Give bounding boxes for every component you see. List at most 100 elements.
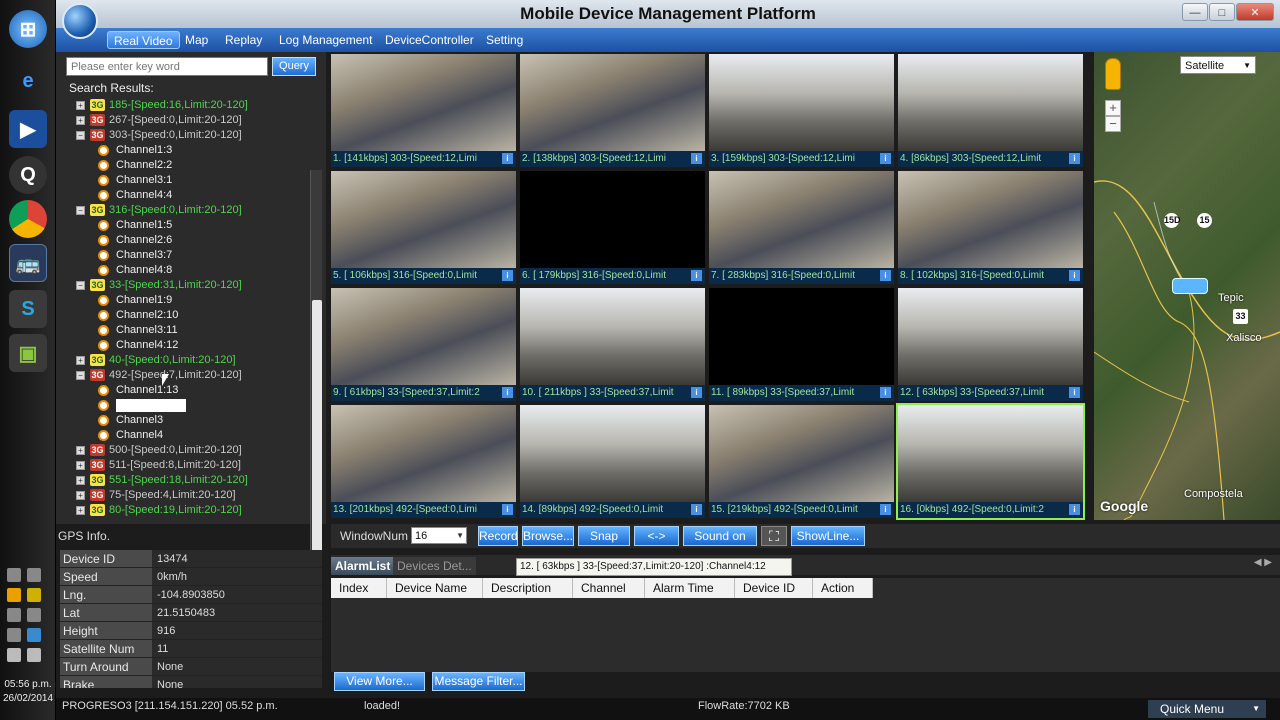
- menu-map[interactable]: Map: [179, 31, 214, 49]
- tray-icon[interactable]: [27, 588, 41, 602]
- info-icon[interactable]: i: [1069, 387, 1080, 398]
- tab-scroll-arrows-icon[interactable]: ◀ ▶: [1254, 557, 1272, 568]
- info-icon[interactable]: i: [502, 504, 513, 515]
- info-icon[interactable]: i: [1069, 153, 1080, 164]
- info-icon[interactable]: i: [880, 504, 891, 515]
- alarm-column-header[interactable]: Action: [813, 578, 873, 598]
- info-icon[interactable]: i: [691, 153, 702, 164]
- record-button[interactable]: Record: [478, 526, 518, 546]
- info-icon[interactable]: i: [502, 387, 513, 398]
- info-icon[interactable]: i: [502, 270, 513, 281]
- channel-node[interactable]: Channel4:8: [76, 263, 314, 278]
- channel-node[interactable]: Channel1:9: [76, 293, 314, 308]
- menu-replay[interactable]: Replay: [219, 31, 268, 49]
- channel-node[interactable]: Channel4: [76, 428, 314, 443]
- video-tile[interactable]: 15. [219kbps] 492-[Speed:0,Limit i: [709, 405, 894, 518]
- device-node[interactable]: +3G 80-[Speed:19,Limit:20-120]: [76, 503, 314, 518]
- video-tile[interactable]: 11. [ 89kbps] 33-[Speed:37,Limit i: [709, 288, 894, 401]
- video-tile[interactable]: 9. [ 61kbps] 33-[Speed:37,Limit:2 i: [331, 288, 516, 401]
- window-num-select[interactable]: 16 ▼: [411, 527, 467, 544]
- device-node[interactable]: +3G 75-[Speed:4,Limit:20-120]: [76, 488, 314, 503]
- expand-icon[interactable]: +: [76, 506, 85, 515]
- media-player-icon[interactable]: ▶: [9, 110, 47, 148]
- menu-device-controller[interactable]: DeviceController: [379, 31, 480, 49]
- zoom-in-button[interactable]: +: [1105, 100, 1121, 116]
- fullscreen-icon[interactable]: ⛶: [761, 526, 787, 546]
- channel-node[interactable]: Channel3:11: [76, 323, 314, 338]
- device-node[interactable]: −3G 33-[Speed:31,Limit:20-120]: [76, 278, 314, 293]
- info-icon[interactable]: i: [502, 153, 513, 164]
- view-more-button[interactable]: View More...: [334, 672, 425, 691]
- channel-node[interactable]: Channel1:13: [76, 383, 314, 398]
- tray-icon[interactable]: [7, 588, 21, 602]
- device-node[interactable]: +3G 511-[Speed:8,Limit:20-120]: [76, 458, 314, 473]
- tree-scrollbar[interactable]: [310, 170, 322, 570]
- channel-node[interactable]: Channel4:4: [76, 188, 314, 203]
- channel-node[interactable]: Channel4:12: [76, 338, 314, 353]
- video-tile[interactable]: 7. [ 283kbps] 316-[Speed:0,Limit i: [709, 171, 894, 284]
- browse-button[interactable]: Browse...: [522, 526, 574, 546]
- flag-icon[interactable]: [7, 648, 21, 662]
- expand-icon[interactable]: +: [76, 446, 85, 455]
- expand-icon[interactable]: +: [76, 476, 85, 485]
- video-tile[interactable]: 6. [ 179kbps] 316-[Speed:0,Limit i: [520, 171, 705, 284]
- device-node[interactable]: +3G 185-[Speed:16,Limit:20-120]: [76, 98, 314, 113]
- channel-node[interactable]: Channel1:3: [76, 143, 314, 158]
- expand-icon[interactable]: +: [76, 356, 85, 365]
- channel-node[interactable]: [76, 398, 314, 413]
- channel-node[interactable]: Channel2:6: [76, 233, 314, 248]
- vehicle-marker-icon[interactable]: [1172, 278, 1208, 294]
- device-node[interactable]: −3G 316-[Speed:0,Limit:20-120]: [76, 203, 314, 218]
- info-icon[interactable]: i: [691, 504, 702, 515]
- video-tile[interactable]: 13. [201kbps] 492-[Speed:0,Limi i: [331, 405, 516, 518]
- search-input[interactable]: [66, 57, 268, 76]
- video-tile[interactable]: 1. [141kbps] 303-[Speed:12,Limi i: [331, 54, 516, 167]
- map-panel[interactable]: Satellite ▼ + − 15D 15 Tepic 33 Xalisco C…: [1094, 52, 1280, 520]
- minimize-button[interactable]: —: [1182, 3, 1208, 21]
- device-node[interactable]: −3G 303-[Speed:0,Limit:20-120]: [76, 128, 314, 143]
- channel-node[interactable]: Channel3:7: [76, 248, 314, 263]
- menu-log-management[interactable]: Log Management: [273, 31, 378, 49]
- swap-button[interactable]: <->: [634, 526, 679, 546]
- message-filter-button[interactable]: Message Filter...: [432, 672, 525, 691]
- collapse-icon[interactable]: −: [76, 206, 85, 215]
- alarm-column-header[interactable]: Device Name: [387, 578, 483, 598]
- menu-setting[interactable]: Setting: [480, 31, 529, 49]
- device-node[interactable]: +3G 267-[Speed:0,Limit:20-120]: [76, 113, 314, 128]
- tab-devices-detail[interactable]: Devices Det...: [393, 557, 476, 575]
- info-icon[interactable]: i: [880, 153, 891, 164]
- alarm-column-header[interactable]: Alarm Time: [645, 578, 735, 598]
- quick-menu-button[interactable]: Quick Menu ▼: [1148, 700, 1266, 718]
- bluestacks-icon[interactable]: ▣: [9, 334, 47, 372]
- device-node[interactable]: +3G 551-[Speed:18,Limit:20-120]: [76, 473, 314, 488]
- street-view-pegman-icon[interactable]: [1105, 58, 1121, 90]
- info-icon[interactable]: i: [880, 270, 891, 281]
- info-icon[interactable]: i: [1069, 504, 1080, 515]
- expand-icon[interactable]: +: [76, 461, 85, 470]
- expand-icon[interactable]: +: [76, 116, 85, 125]
- collapse-icon[interactable]: −: [76, 131, 85, 140]
- device-node[interactable]: −3G 492-[Speed:7,Limit:20-120]: [76, 368, 314, 383]
- info-icon[interactable]: i: [1069, 270, 1080, 281]
- menu-real-video[interactable]: Real Video: [107, 31, 180, 49]
- tray-icon[interactable]: [7, 608, 21, 622]
- tab-alarm-list[interactable]: AlarmList: [331, 557, 395, 575]
- alarm-column-header[interactable]: Description: [483, 578, 573, 598]
- channel-node[interactable]: Channel2:2: [76, 158, 314, 173]
- tray-icon[interactable]: [7, 568, 21, 582]
- video-tile[interactable]: 2. [138kbps] 303-[Speed:12,Limi i: [520, 54, 705, 167]
- channel-node[interactable]: Channel2:10: [76, 308, 314, 323]
- video-tile[interactable]: 3. [159kbps] 303-[Speed:12,Limi i: [709, 54, 894, 167]
- windows-start-icon[interactable]: ⊞: [9, 10, 47, 48]
- channel-node[interactable]: Channel3:1: [76, 173, 314, 188]
- internet-explorer-icon[interactable]: e: [9, 62, 47, 100]
- collapse-icon[interactable]: −: [76, 281, 85, 290]
- info-icon[interactable]: i: [691, 270, 702, 281]
- expand-icon[interactable]: +: [76, 491, 85, 500]
- alarm-column-header[interactable]: Channel: [573, 578, 645, 598]
- show-line-button[interactable]: ShowLine...: [791, 526, 865, 546]
- alarm-column-header[interactable]: Index: [331, 578, 387, 598]
- video-tile[interactable]: 4. [86kbps] 303-[Speed:12,Limit i: [898, 54, 1083, 167]
- quicktime-icon[interactable]: Q: [9, 156, 47, 194]
- device-node[interactable]: +3G 500-[Speed:0,Limit:20-120]: [76, 443, 314, 458]
